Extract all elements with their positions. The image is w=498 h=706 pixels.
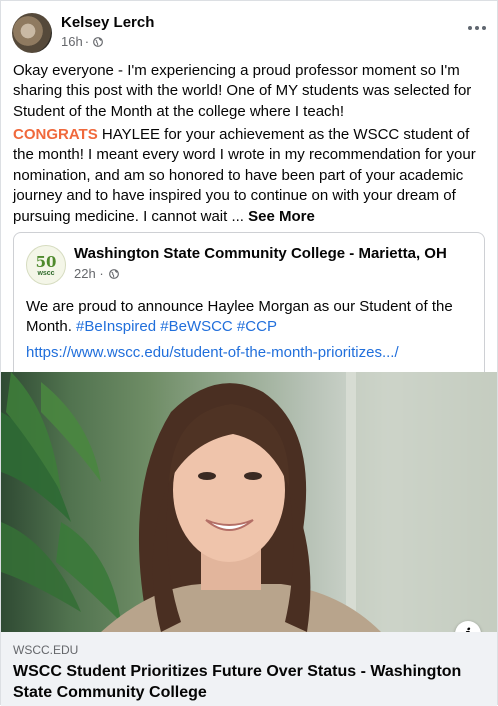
link-domain: WSCC.EDU [13,643,79,657]
more-options-icon[interactable] [466,21,488,35]
link-preview-photo[interactable] [1,372,497,632]
public-globe-icon[interactable] [109,268,120,279]
link-title[interactable]: WSCC Student Prioritizes Future Over Sta… [13,661,483,703]
post-text-body: CONGRATS HAYLEE for your achievement as … [13,125,485,227]
meta-separator: · [84,34,90,49]
post-time[interactable]: 16h [61,34,83,49]
page-logo[interactable]: 50 wscc [26,245,66,285]
logo-text: wscc [37,270,55,277]
see-more-link[interactable]: See More [248,208,315,225]
author-avatar[interactable] [12,13,52,53]
public-globe-icon[interactable] [93,36,103,47]
link-preview-footer[interactable]: WSCC.EDU WSCC Student Prioritizes Future… [1,632,497,706]
shared-time[interactable]: 22h [74,266,96,281]
post-text-intro: Okay everyone - I'm experiencing a proud… [13,62,472,120]
author-name[interactable]: Kelsey Lerch [61,14,154,31]
facebook-post: Kelsey Lerch 16h · Okay everyone - I'm e… [0,0,498,706]
congrats-word: CONGRATS [13,126,98,143]
shared-hashtags[interactable]: #BeInspired #BeWSCC #CCP [76,318,277,335]
post-header: Kelsey Lerch 16h · [12,13,486,53]
shared-page-name[interactable]: Washington State Community College - Mar… [74,245,447,262]
logo-number: 50 [35,253,57,271]
shared-meta: 22h · [74,266,120,281]
meta-separator: · [95,266,108,281]
shared-post-card: 50 wscc Washington State Community Colle… [13,232,485,372]
shared-url[interactable]: https://www.wscc.edu/student-of-the-mont… [26,344,399,361]
student-portrait-image [1,372,497,632]
shared-text: We are proud to announce Haylee Morgan a… [26,297,472,338]
post-meta: 16h · [61,34,103,49]
